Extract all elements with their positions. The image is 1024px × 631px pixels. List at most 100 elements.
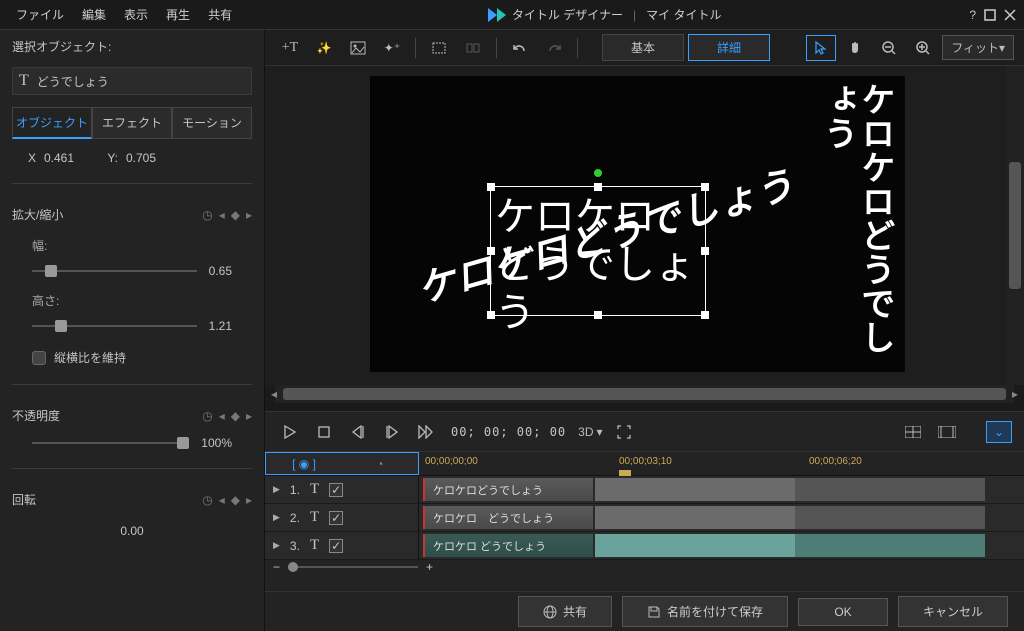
zoom-out-button[interactable] <box>874 35 904 61</box>
resize-handle-tl[interactable] <box>487 183 495 191</box>
keep-aspect-checkbox[interactable] <box>32 351 46 365</box>
zoom-slider[interactable] <box>288 566 418 568</box>
stopwatch-icon[interactable]: ◷ <box>202 409 212 423</box>
ok-button[interactable]: OK <box>798 598 888 626</box>
add-keyframe-icon[interactable]: ◆ <box>231 493 240 507</box>
visibility-checkbox[interactable]: ✓ <box>329 483 343 497</box>
visibility-checkbox[interactable]: ✓ <box>329 539 343 553</box>
rotation-value[interactable]: 0.00 <box>12 520 252 542</box>
rotation-handle[interactable] <box>594 169 602 177</box>
menu-file[interactable]: ファイル <box>8 2 72 27</box>
preview-canvas[interactable]: ケロケロどうでしょう ケロケロどうでしょう ケロケロ どうでしょう <box>275 76 996 375</box>
width-value[interactable]: 0.65 <box>209 264 232 278</box>
share-button[interactable]: 共有 <box>518 596 612 627</box>
resize-handle-tr[interactable] <box>701 183 709 191</box>
zoom-plus-icon[interactable]: + <box>426 560 433 574</box>
track-header-2[interactable]: ▶ 2. T ✓ <box>265 504 419 531</box>
resize-handle-br[interactable] <box>701 311 709 319</box>
preview-scrollbar-x[interactable]: ◂ ▸ <box>275 385 1014 403</box>
3d-toggle[interactable]: 3D ▾ <box>578 419 602 445</box>
save-as-button[interactable]: 名前を付けて保存 <box>622 596 788 627</box>
opacity-slider[interactable] <box>32 442 189 444</box>
resize-handle-bl[interactable] <box>487 311 495 319</box>
visibility-checkbox[interactable]: ✓ <box>329 511 343 525</box>
expand-dropdown[interactable]: ⌄ <box>986 421 1012 443</box>
clip-3[interactable]: ケロケロ どうでしょう <box>423 534 593 557</box>
zoom-in-button[interactable] <box>908 35 938 61</box>
menu-view[interactable]: 表示 <box>116 2 156 27</box>
zoom-dropdown[interactable]: フィット ▾ <box>942 35 1014 60</box>
next-keyframe-icon[interactable]: ▸ <box>246 409 252 423</box>
pointer-tool[interactable] <box>806 35 836 61</box>
width-slider[interactable] <box>32 270 197 272</box>
fast-forward-button[interactable] <box>413 419 439 445</box>
add-text-button[interactable]: +T <box>275 35 305 61</box>
prev-keyframe-icon[interactable]: ◂ <box>219 493 225 507</box>
maximize-icon[interactable] <box>984 8 996 22</box>
marker-clock-icon[interactable]: ◔ <box>355 457 405 471</box>
grid-icon[interactable] <box>900 419 926 445</box>
menu-share[interactable]: 共有 <box>200 2 240 27</box>
preview-text-3-selected[interactable]: ケロケロ どうでしょう <box>490 186 706 316</box>
track-header-1[interactable]: ▶ 1. T ✓ <box>265 476 419 503</box>
film-icon[interactable] <box>934 419 960 445</box>
expand-icon[interactable]: ▶ <box>273 512 280 523</box>
play-button[interactable] <box>277 419 303 445</box>
resize-handle-mr[interactable] <box>701 247 709 255</box>
timeline-ruler[interactable]: 00;00;00;00 00;00;03;10 00;00;06;20 <box>419 452 1024 475</box>
height-value[interactable]: 1.21 <box>209 319 232 333</box>
image-button[interactable] <box>343 35 373 61</box>
y-value[interactable]: 0.705 <box>126 151 176 165</box>
scroll-left-icon[interactable]: ◂ <box>271 387 277 401</box>
next-keyframe-icon[interactable]: ▸ <box>246 208 252 222</box>
preview-text-2[interactable]: ケロケロどうでしょう <box>818 82 893 362</box>
tab-object[interactable]: オブジェクト <box>12 107 92 139</box>
particle-button[interactable]: ✨ <box>309 35 339 61</box>
x-value[interactable]: 0.461 <box>44 151 94 165</box>
track-content-1[interactable]: ケロケロどうでしょう <box>419 476 1024 503</box>
track-content-3[interactable]: ケロケロ どうでしょう <box>419 532 1024 559</box>
add-keyframe-icon[interactable]: ◆ <box>231 409 240 423</box>
prev-frame-button[interactable] <box>345 419 371 445</box>
clip-2[interactable]: ケロケロ どうでしょう <box>423 506 593 529</box>
height-label: 高さ: <box>12 292 252 309</box>
add-keyframe-icon[interactable]: ◆ <box>231 208 240 222</box>
close-icon[interactable] <box>1004 8 1016 22</box>
mode-detail-button[interactable]: 詳細 <box>688 34 770 61</box>
undo-button[interactable] <box>505 35 535 61</box>
tab-motion[interactable]: モーション <box>172 107 252 139</box>
zoom-minus-icon[interactable]: − <box>273 560 280 574</box>
menu-edit[interactable]: 編集 <box>74 2 114 27</box>
expand-icon[interactable]: ▶ <box>273 540 280 551</box>
cancel-button[interactable]: キャンセル <box>898 596 1008 627</box>
height-slider[interactable] <box>32 325 197 327</box>
resize-handle-ml[interactable] <box>487 247 495 255</box>
effects-button[interactable]: ✦⁺ <box>377 35 407 61</box>
opacity-value[interactable]: 100% <box>201 436 232 450</box>
help-icon[interactable]: ? <box>969 8 976 22</box>
stopwatch-icon[interactable]: ◷ <box>202 208 212 222</box>
next-frame-button[interactable] <box>379 419 405 445</box>
tab-effect[interactable]: エフェクト <box>92 107 172 139</box>
resize-handle-bm[interactable] <box>594 311 602 319</box>
clip-1[interactable]: ケロケロどうでしょう <box>423 478 593 501</box>
pan-tool[interactable] <box>840 35 870 61</box>
stop-button[interactable] <box>311 419 337 445</box>
object-name-field[interactable]: T どうでしょう <box>12 67 252 95</box>
track-header-3[interactable]: ▶ 3. T ✓ <box>265 532 419 559</box>
track-content-2[interactable]: ケロケロ どうでしょう <box>419 504 1024 531</box>
stopwatch-icon[interactable]: ◷ <box>202 493 212 507</box>
expand-icon[interactable]: ▶ <box>273 484 280 495</box>
preview-scrollbar-y[interactable] <box>1006 66 1024 385</box>
prev-keyframe-icon[interactable]: ◂ <box>219 208 225 222</box>
next-keyframe-icon[interactable]: ▸ <box>246 493 252 507</box>
resize-handle-tm[interactable] <box>594 183 602 191</box>
scroll-right-icon[interactable]: ▸ <box>1012 387 1018 401</box>
menu-play[interactable]: 再生 <box>158 2 198 27</box>
prev-keyframe-icon[interactable]: ◂ <box>219 409 225 423</box>
timecode-display[interactable]: 00; 00; 00; 00 <box>447 425 570 439</box>
marker-in-icon[interactable]: [ ◉ ] <box>279 457 329 471</box>
crop-button[interactable] <box>424 35 454 61</box>
mode-basic-button[interactable]: 基本 <box>602 34 684 61</box>
fullscreen-button[interactable] <box>611 419 637 445</box>
